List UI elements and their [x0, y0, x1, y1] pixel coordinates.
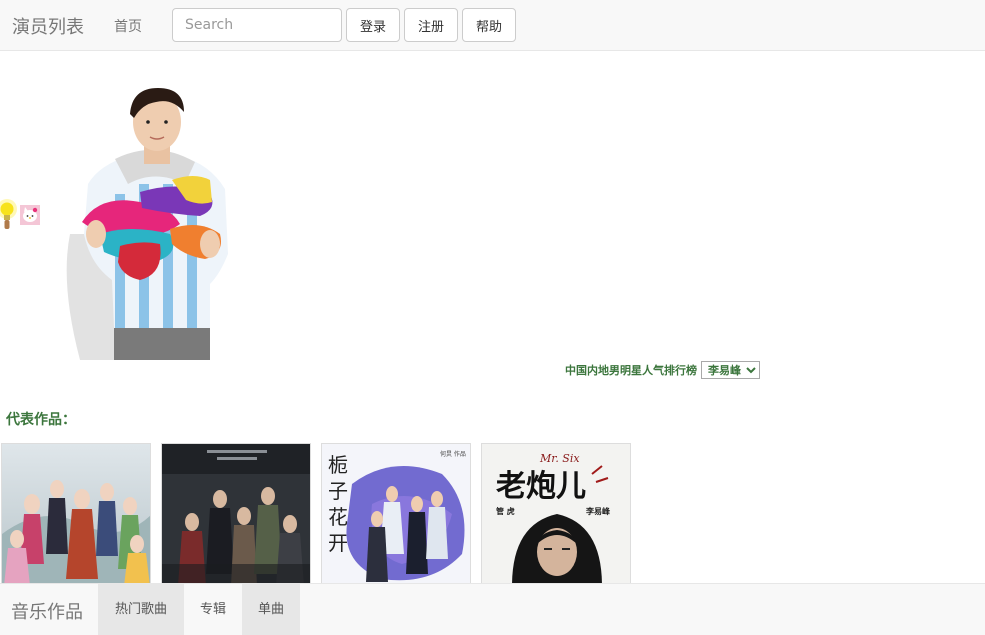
- work-poster-1[interactable]: [1, 443, 151, 585]
- poster-4-credit-right: 李易峰: [585, 506, 610, 516]
- top-navbar: 演员列表 首页 登录 注册 帮助: [0, 0, 985, 51]
- work-poster-2[interactable]: [161, 443, 311, 585]
- brand-title[interactable]: 演员列表: [12, 13, 84, 39]
- lightbulb-icon: [0, 199, 17, 229]
- nav-home-link[interactable]: 首页: [114, 16, 142, 36]
- ranking-select[interactable]: 李易峰: [701, 361, 760, 379]
- poster-4-title-en: Mr. Six: [539, 452, 580, 465]
- tab-hot-songs[interactable]: 热门歌曲: [98, 584, 184, 635]
- tab-albums[interactable]: 专辑: [184, 584, 242, 635]
- hello-kitty-icon: [20, 205, 40, 225]
- popularity-ranking: 中国内地男明星人气排行榜 李易峰: [565, 361, 760, 379]
- work-poster-3[interactable]: 栀 子 花 开 何炅 作品: [321, 443, 471, 585]
- tab-singles[interactable]: 单曲: [242, 584, 300, 635]
- help-button[interactable]: 帮助: [462, 8, 516, 42]
- works-heading: 代表作品：: [6, 412, 76, 428]
- poster-3-title-char-2: 子: [328, 479, 348, 503]
- bottom-navbar: 音乐作品 热门歌曲 专辑 单曲: [0, 583, 985, 635]
- poster-3-title-char-3: 花: [328, 505, 348, 529]
- poster-4-credit-left: 管 虎: [496, 506, 515, 516]
- register-button[interactable]: 注册: [404, 8, 458, 42]
- search-input[interactable]: [172, 8, 342, 42]
- poster-3-title-char-1: 栀: [328, 453, 348, 477]
- poster-3-title-char-4: 开: [328, 531, 348, 555]
- music-works-title[interactable]: 音乐作品: [11, 598, 83, 624]
- work-poster-4[interactable]: Mr. Six 老炮儿 管 虎 李易峰: [481, 443, 631, 585]
- poster-3-side-text: 何炅 作品: [440, 450, 466, 458]
- login-button[interactable]: 登录: [346, 8, 400, 42]
- ranking-label: 中国内地男明星人气排行榜: [565, 364, 697, 377]
- actor-photo: [66, 88, 228, 360]
- poster-4-title: 老炮儿: [496, 469, 586, 504]
